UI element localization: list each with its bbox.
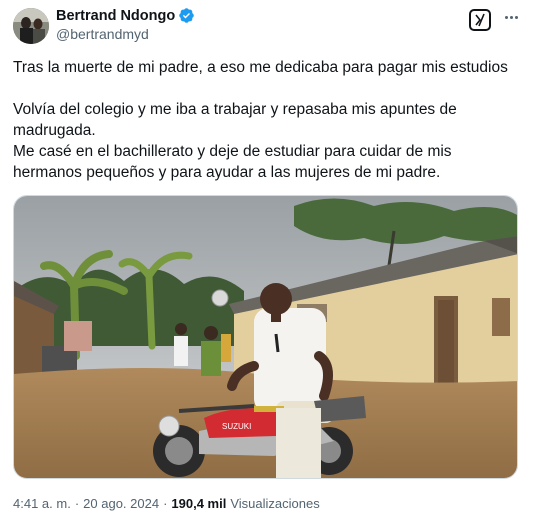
views-count: 190,4 mil	[171, 496, 227, 511]
separator: ·	[74, 496, 80, 511]
avatar[interactable]	[13, 8, 49, 44]
tweet-paragraph: Volvía del colegio y me iba a trabajar y…	[13, 101, 457, 139]
grok-icon	[475, 13, 485, 27]
motorcycle-brand-text: SUZUKI	[222, 422, 251, 431]
author-name[interactable]: Bertrand Ndongo	[56, 8, 175, 24]
verified-badge-icon	[178, 7, 195, 24]
separator: ·	[163, 496, 168, 511]
author-handle[interactable]: @bertrandmyd	[56, 26, 149, 42]
tweet-date[interactable]: 20 ago. 2024	[83, 496, 159, 511]
views-label: Visualizaciones	[230, 496, 320, 511]
tweet-paragraph: Tras la muerte de mi padre, a eso me ded…	[13, 59, 508, 76]
author-name-row: Bertrand Ndongo	[56, 7, 195, 24]
tweet-text: Tras la muerte de mi padre, a eso me ded…	[13, 57, 518, 183]
tweet-card: Bertrand Ndongo @bertrandmyd Tras la mue…	[0, 0, 533, 521]
more-options-icon	[504, 15, 508, 19]
tweet-paragraph: Me casé en el bachillerato y deje de est…	[13, 143, 452, 181]
tweet-photo[interactable]: SUZUKI	[13, 195, 518, 479]
grok-button[interactable]	[469, 9, 491, 31]
more-options-button[interactable]	[500, 6, 522, 28]
tweet-time[interactable]: 4:41 a. m.	[13, 496, 71, 511]
tweet-metadata: 4:41 a. m. · 20 ago. 2024 · 190,4 mil Vi…	[13, 496, 320, 511]
